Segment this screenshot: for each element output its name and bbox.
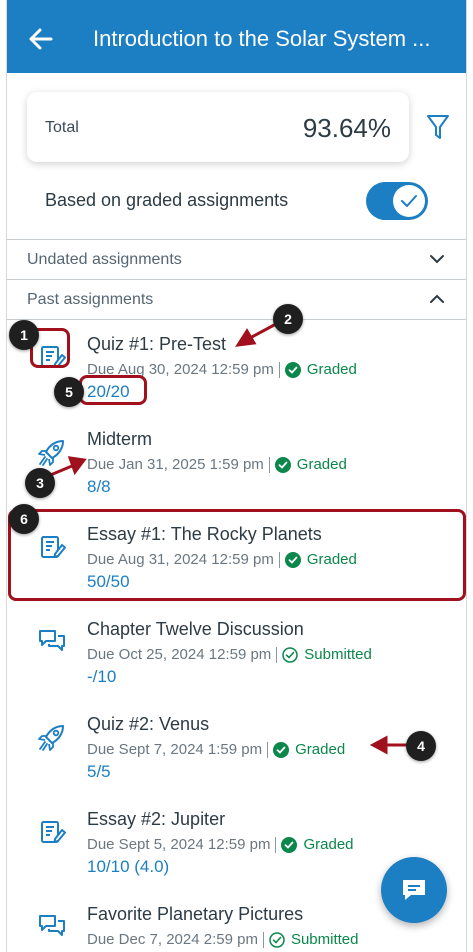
divider [7, 279, 466, 280]
assignment-score: 5/5 [87, 762, 111, 781]
check-circle-filled-icon [273, 741, 290, 758]
course-title: Introduction to the Solar System ... [93, 26, 431, 51]
chevron-down-icon[interactable] [429, 254, 445, 264]
status: Graded [284, 361, 357, 378]
divider [7, 319, 466, 320]
assignment-name: Quiz #2: Venus [87, 714, 210, 734]
due-date: Due Sept 5, 2024 12:59 pm [87, 836, 271, 853]
undated-assignments-header[interactable]: Undated assignments [27, 251, 182, 269]
based-on-graded-label: Based on graded assignments [45, 190, 289, 210]
callout-2: 2 [273, 304, 303, 334]
check-circle-filled-icon [274, 456, 291, 473]
assignment-meta: Due Jan 31, 2025 1:59 pm Graded [87, 456, 347, 473]
callout-4: 4 [406, 731, 436, 761]
assignment-row[interactable]: Quiz #2: Venus Due Sept 7, 2024 1:59 pm … [7, 702, 466, 797]
app-frame: Introduction to the Solar System ... Tot… [6, 0, 467, 952]
filter-icon[interactable] [426, 113, 450, 141]
check-icon [401, 195, 417, 207]
callout-1: 1 [9, 320, 39, 350]
back-arrow-icon[interactable] [27, 25, 55, 53]
assignment-meta: Due Sept 7, 2024 1:59 pm Graded [87, 741, 345, 758]
assignment-meta: Due Oct 25, 2024 12:59 pm Submitted [87, 646, 372, 663]
based-on-graded-toggle[interactable] [366, 182, 428, 220]
assignment-score: 8/8 [87, 477, 111, 496]
check-circle-filled-icon [281, 836, 298, 853]
assignment-name: Essay #2: Jupiter [87, 809, 226, 829]
highlight-box [79, 375, 147, 405]
assignment-icon [41, 821, 66, 843]
top-app-bar: Introduction to the Solar System ... [7, 0, 466, 73]
toggle-knob [393, 185, 425, 217]
assignment-name: Midterm [87, 429, 153, 449]
status: Graded [273, 741, 345, 758]
total-grade-card: Total 93.64% [27, 92, 409, 162]
assignment-name: Quiz #1: Pre-Test [87, 334, 227, 354]
total-grade-value: 93.64% [302, 113, 391, 143]
check-circle-outline-icon [282, 646, 299, 663]
status: Graded [274, 456, 347, 473]
callout-3: 3 [25, 468, 55, 498]
due-date: Due Sept 7, 2024 1:59 pm [87, 741, 263, 758]
status: Submitted [282, 646, 372, 663]
past-assignments-header[interactable]: Past assignments [27, 291, 153, 309]
check-circle-outline-icon [269, 931, 285, 948]
compose-message-button[interactable] [381, 857, 447, 923]
rocket-icon [38, 440, 64, 466]
divider [7, 239, 466, 240]
discussion-icon [39, 630, 65, 651]
assignment-name: Favorite Planetary Pictures [87, 904, 304, 924]
check-circle-filled-icon [284, 361, 301, 378]
assignment-score: 10/10 (4.0) [87, 857, 170, 876]
status: Graded [281, 836, 354, 853]
total-label: Total [45, 119, 79, 136]
callout-5: 5 [54, 377, 84, 407]
due-date: Due Jan 31, 2025 1:59 pm [87, 456, 264, 473]
due-date: Due Dec 7, 2024 2:59 pm [87, 931, 258, 948]
chevron-up-icon[interactable] [429, 294, 445, 304]
status: Submitted [269, 931, 359, 948]
assignment-row[interactable]: Midterm Due Jan 31, 2025 1:59 pm Graded … [7, 417, 466, 512]
callout-6: 6 [9, 504, 39, 534]
discussion-icon [39, 915, 65, 936]
rocket-icon [38, 725, 64, 751]
assignment-meta: Due Sept 5, 2024 12:59 pm Graded [87, 836, 354, 853]
assignment-meta: Due Dec 7, 2024 2:59 pm Submitted [87, 931, 359, 948]
chat-bubble-icon [403, 880, 425, 900]
assignment-score: -/10 [87, 667, 117, 686]
assignment-row[interactable]: Chapter Twelve Discussion Due Oct 25, 20… [7, 607, 466, 702]
due-date: Due Oct 25, 2024 12:59 pm [87, 646, 272, 663]
assignment-name: Chapter Twelve Discussion [87, 619, 304, 639]
highlight-box [8, 509, 466, 601]
